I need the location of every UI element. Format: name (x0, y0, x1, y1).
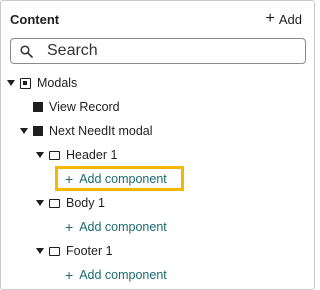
tree-item-label: Footer 1 (66, 244, 113, 258)
add-content-label: Add (278, 11, 302, 27)
add-component-label: Add component (79, 268, 167, 282)
tree-item-label: Modals (37, 76, 78, 90)
add-component-body-link[interactable]: + Add component (65, 216, 167, 238)
search-icon (20, 44, 33, 58)
tree-item-next-needit-modal[interactable]: Next NeedIt modal (19, 120, 153, 142)
tree-item-header-1[interactable]: Header 1 (35, 144, 117, 166)
search-box[interactable] (10, 38, 306, 64)
modal-group-icon (20, 77, 31, 89)
panel-header: Content + Add (1, 1, 314, 37)
modal-icon (33, 126, 43, 136)
caret-down-icon[interactable] (35, 198, 45, 208)
section-icon (49, 150, 60, 160)
tree-item-modals[interactable]: Modals (6, 72, 77, 94)
content-panel: Content + Add Modals View Record Next Ne… (0, 0, 315, 290)
section-icon (49, 246, 60, 256)
caret-down-icon[interactable] (6, 78, 16, 88)
caret-down-icon[interactable] (35, 150, 45, 160)
tree-item-label: View Record (49, 100, 120, 114)
highlight-box (55, 166, 184, 191)
tree-item-label: Header 1 (66, 148, 118, 162)
tree-item-view-record[interactable]: View Record (33, 96, 120, 118)
add-content-button[interactable]: + Add (265, 10, 304, 27)
plus-icon: + (265, 10, 275, 27)
tree-item-label: Body 1 (66, 196, 105, 210)
add-component-label: Add component (79, 220, 167, 234)
section-icon (49, 198, 60, 208)
plus-icon: + (65, 267, 74, 283)
plus-icon: + (65, 219, 74, 235)
panel-title: Content (10, 11, 60, 27)
tree-item-footer-1[interactable]: Footer 1 (35, 240, 113, 262)
tree-item-label: Next NeedIt modal (49, 124, 153, 138)
add-component-footer-link[interactable]: + Add component (65, 264, 167, 286)
modal-icon (33, 102, 43, 112)
caret-down-icon[interactable] (19, 126, 29, 136)
search-input[interactable] (47, 42, 287, 60)
caret-down-icon[interactable] (35, 246, 45, 256)
tree-item-body-1[interactable]: Body 1 (35, 192, 105, 214)
